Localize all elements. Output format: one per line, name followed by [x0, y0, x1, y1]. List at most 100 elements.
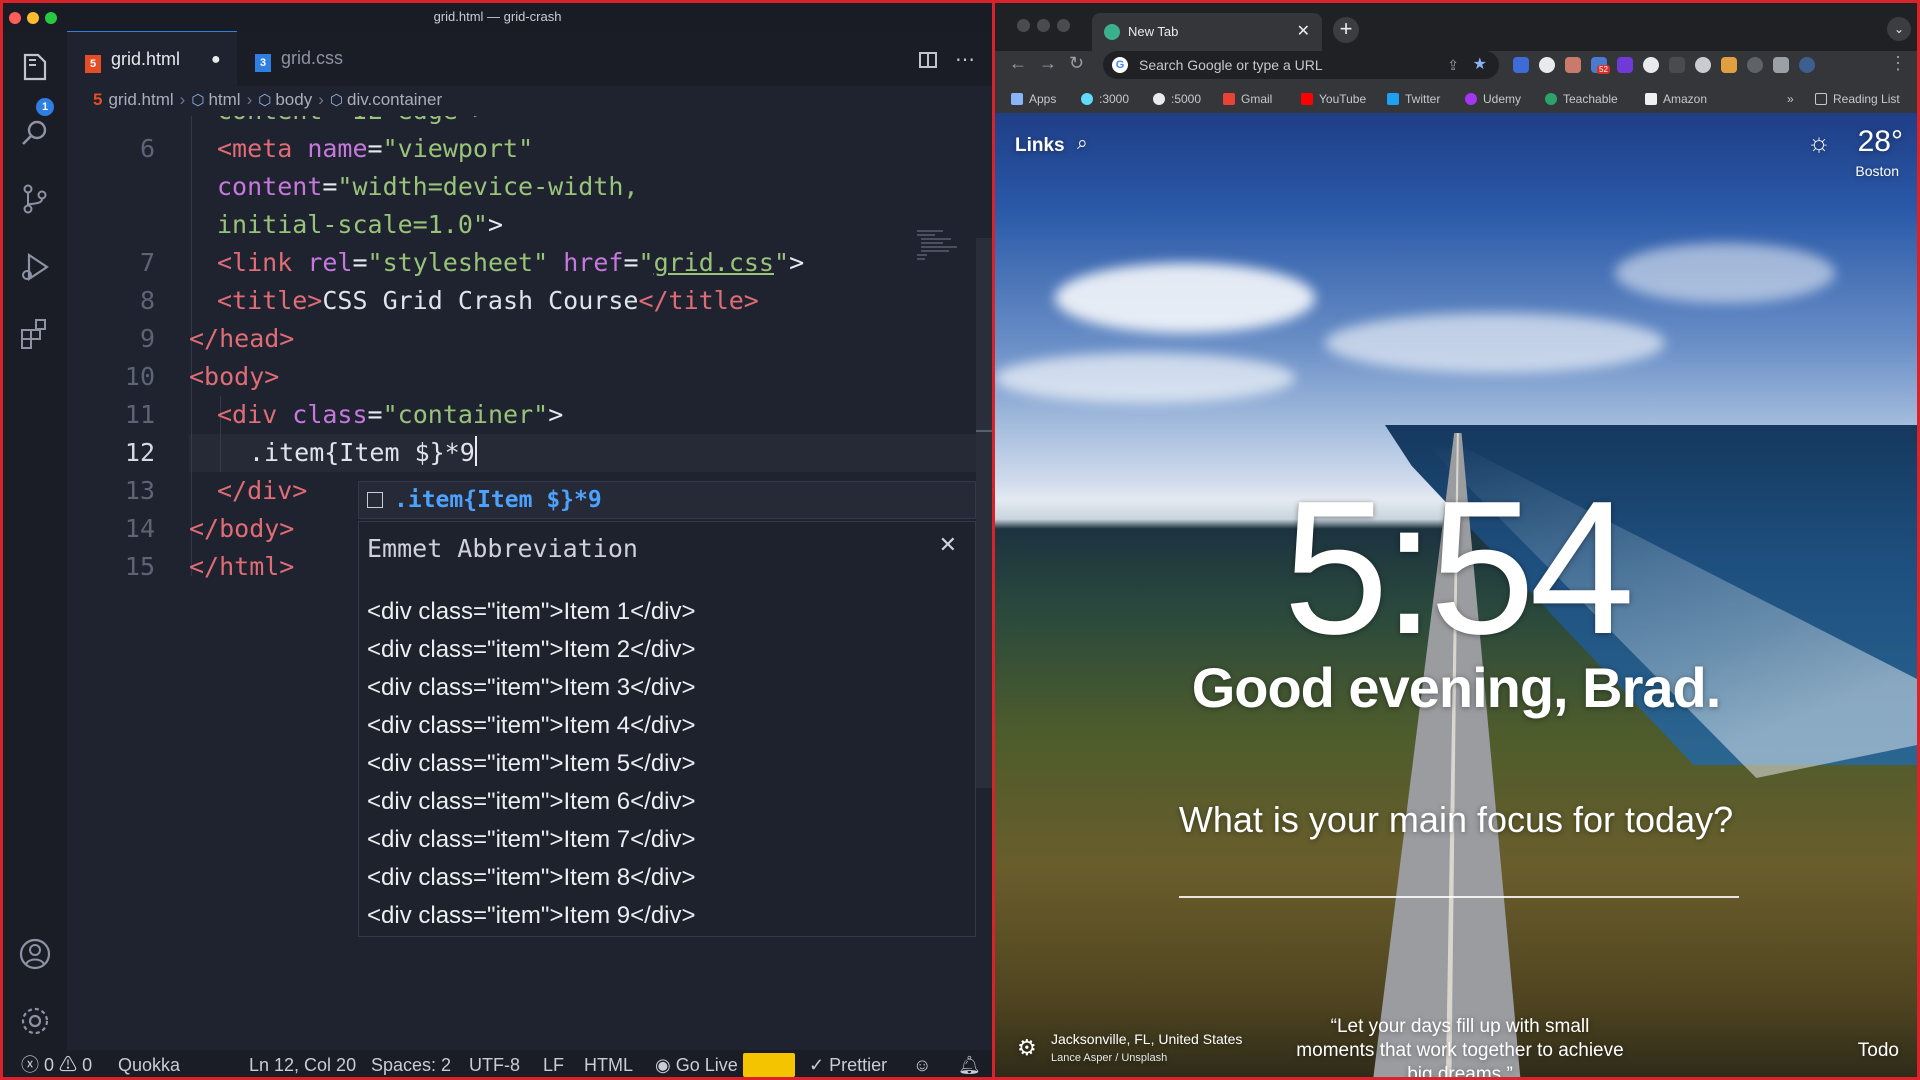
reload-icon[interactable]: ↻ [1069, 53, 1084, 74]
extension-icon[interactable] [1669, 57, 1685, 73]
emmet-preview-panel: Emmet Abbreviation ✕ <div class="item">I… [358, 521, 976, 937]
snippet-icon [367, 492, 383, 508]
profile-avatar[interactable] [1799, 57, 1815, 73]
reading-list[interactable]: Reading List [1815, 85, 1900, 113]
extensions-puzzle-icon[interactable] [1773, 57, 1789, 73]
settings-gear-icon[interactable] [17, 1003, 53, 1039]
explorer-icon[interactable] [17, 49, 53, 85]
settings-gear-icon[interactable]: ⚙ [1017, 1035, 1037, 1061]
bookmark-amazon[interactable]: Amazon [1645, 85, 1707, 113]
source-control-icon[interactable] [17, 181, 53, 217]
bookmark-gmail[interactable]: Gmail [1223, 85, 1272, 113]
maximize-window-button[interactable] [1057, 19, 1070, 32]
forward-arrow-icon[interactable]: → [1039, 53, 1057, 74]
close-window-button[interactable] [9, 12, 21, 24]
run-debug-icon[interactable] [17, 249, 53, 285]
problems-status[interactable]: ⓧ 0 ⚠ 0 [21, 1050, 92, 1077]
emmet-preview-line: <div class="item">Item 6</div> [367, 788, 696, 815]
emmet-preview-line: <div class="item">Item 7</div> [367, 826, 696, 853]
encoding-status[interactable]: UTF-8 [469, 1050, 520, 1077]
indentation-status[interactable]: Spaces: 2 [371, 1050, 451, 1077]
emmet-preview-line: <div class="item">Item 3</div> [367, 674, 696, 701]
extension-icon[interactable] [1747, 57, 1763, 73]
bookmark-twitter[interactable]: Twitter [1387, 85, 1440, 113]
prettier-status[interactable]: ✓ Prettier [809, 1050, 887, 1077]
extension-pen-icon[interactable] [1513, 57, 1529, 73]
close-window-button[interactable] [1017, 19, 1030, 32]
breadcrumb-item[interactable]: div.container [347, 90, 442, 109]
focus-question: What is your main focus for today? [1178, 799, 1734, 840]
breadcrumb-item[interactable]: grid.html [108, 90, 173, 109]
tab-search-chevron-icon[interactable]: ⌄ [1887, 17, 1911, 41]
tab-grid-css[interactable]: 3 grid.css [237, 31, 387, 86]
close-icon[interactable]: ✕ [939, 532, 957, 558]
bookmark-apps[interactable]: Apps [1011, 85, 1056, 113]
photo-credit[interactable]: Lance Asper / Unsplash [1051, 1052, 1167, 1064]
extensions-icon[interactable] [17, 316, 53, 352]
back-arrow-icon[interactable]: ← [1009, 53, 1027, 74]
new-tab-page: Links ⌕ ☼ 28° Boston 5:54 Good evening, … [995, 113, 1917, 1080]
reading-list-icon [1815, 93, 1827, 105]
extension-icon[interactable] [1565, 57, 1581, 73]
daily-quote: “Let your days fill up with small moment… [1296, 1016, 1624, 1080]
text-cursor [474, 436, 477, 466]
bookmark-udemy[interactable]: Udemy [1465, 85, 1521, 113]
account-icon[interactable] [17, 936, 53, 972]
search-icon[interactable]: ⌕ [1077, 133, 1088, 155]
breadcrumb-item[interactable]: html [208, 90, 240, 109]
unsaved-dot-icon[interactable]: ● [211, 32, 221, 87]
breadcrumb-item[interactable]: body [275, 90, 312, 109]
minimize-window-button[interactable] [1037, 19, 1050, 32]
search-icon[interactable] [17, 116, 53, 152]
cursor-position[interactable]: Ln 12, Col 20 [249, 1050, 356, 1077]
chrome-menu-icon[interactable]: ⋮ [1889, 53, 1907, 74]
extension-icon[interactable] [1643, 57, 1659, 73]
notifications-bell-icon[interactable]: 🔔︎ [958, 1050, 981, 1077]
feedback-icon[interactable]: ☺ [913, 1050, 931, 1077]
gmail-icon [1223, 93, 1235, 105]
language-mode[interactable]: HTML [584, 1050, 633, 1077]
bookmark-youtube[interactable]: YouTube [1301, 85, 1366, 113]
photo-location[interactable]: Jacksonville, FL, United States [1051, 1031, 1242, 1047]
extension-icon[interactable] [1721, 57, 1737, 73]
more-actions-icon[interactable]: ⋯ [955, 49, 975, 71]
emmet-title: Emmet Abbreviation [367, 534, 638, 563]
extension-icon[interactable] [1617, 57, 1633, 73]
editor-scrollbar[interactable] [976, 238, 992, 788]
minimap[interactable] [915, 228, 959, 264]
breadcrumb: 5 grid.html › ⬡ html › ⬡ body › ⬡ div.container [67, 86, 992, 116]
tab-grid-html[interactable]: 5 grid.html ● [67, 31, 237, 86]
status-bar: ⓧ 0 ⚠ 0 Quokka Ln 12, Col 20 Spaces: 2 U… [3, 1050, 992, 1077]
extension-icon[interactable]: 52 [1591, 57, 1610, 74]
extension-status-badge[interactable] [743, 1053, 795, 1077]
editor-actions: ⋯ [919, 47, 975, 72]
chrome-tab-new-tab[interactable]: New Tab ✕ [1092, 13, 1322, 51]
extension-badge: 52 [1597, 65, 1610, 74]
bookmark-5000[interactable]: :5000 [1153, 85, 1201, 113]
editor-tab-bar: 5 grid.html ● 3 grid.css ⋯ [67, 31, 992, 86]
share-icon[interactable]: ⇪ [1447, 51, 1459, 79]
links-button[interactable]: Links [1015, 135, 1065, 157]
weather-temperature[interactable]: 28° [1858, 125, 1903, 159]
autocomplete-suggestion[interactable]: .item{Item $}*9 [358, 481, 976, 519]
extension-react-icon[interactable] [1539, 57, 1555, 73]
split-editor-icon[interactable] [919, 52, 937, 68]
todo-button[interactable]: Todo [1858, 1040, 1899, 1062]
chevron-right-icon: › [179, 90, 186, 109]
error-icon: ⓧ [21, 1055, 39, 1075]
new-tab-button[interactable]: + [1333, 17, 1359, 43]
react-icon [1081, 93, 1093, 105]
bookmark-3000[interactable]: :3000 [1081, 85, 1129, 113]
bookmark-star-icon[interactable]: ★ [1473, 51, 1487, 79]
maximize-window-button[interactable] [45, 12, 57, 24]
focus-input[interactable] [1179, 896, 1739, 898]
extension-camera-icon[interactable] [1695, 57, 1711, 73]
bookmark-teachable[interactable]: Teachable [1545, 85, 1618, 113]
close-tab-icon[interactable]: ✕ [1297, 13, 1310, 51]
eol-status[interactable]: LF [543, 1050, 564, 1077]
minimize-window-button[interactable] [27, 12, 39, 24]
more-bookmarks-chevron-icon[interactable]: » [1787, 85, 1794, 113]
go-live-button[interactable]: ◉ Go Live [655, 1050, 738, 1077]
address-bar[interactable]: G Search Google or type a URL ⇪ ★ [1103, 51, 1499, 79]
quokka-status[interactable]: Quokka [118, 1050, 180, 1077]
